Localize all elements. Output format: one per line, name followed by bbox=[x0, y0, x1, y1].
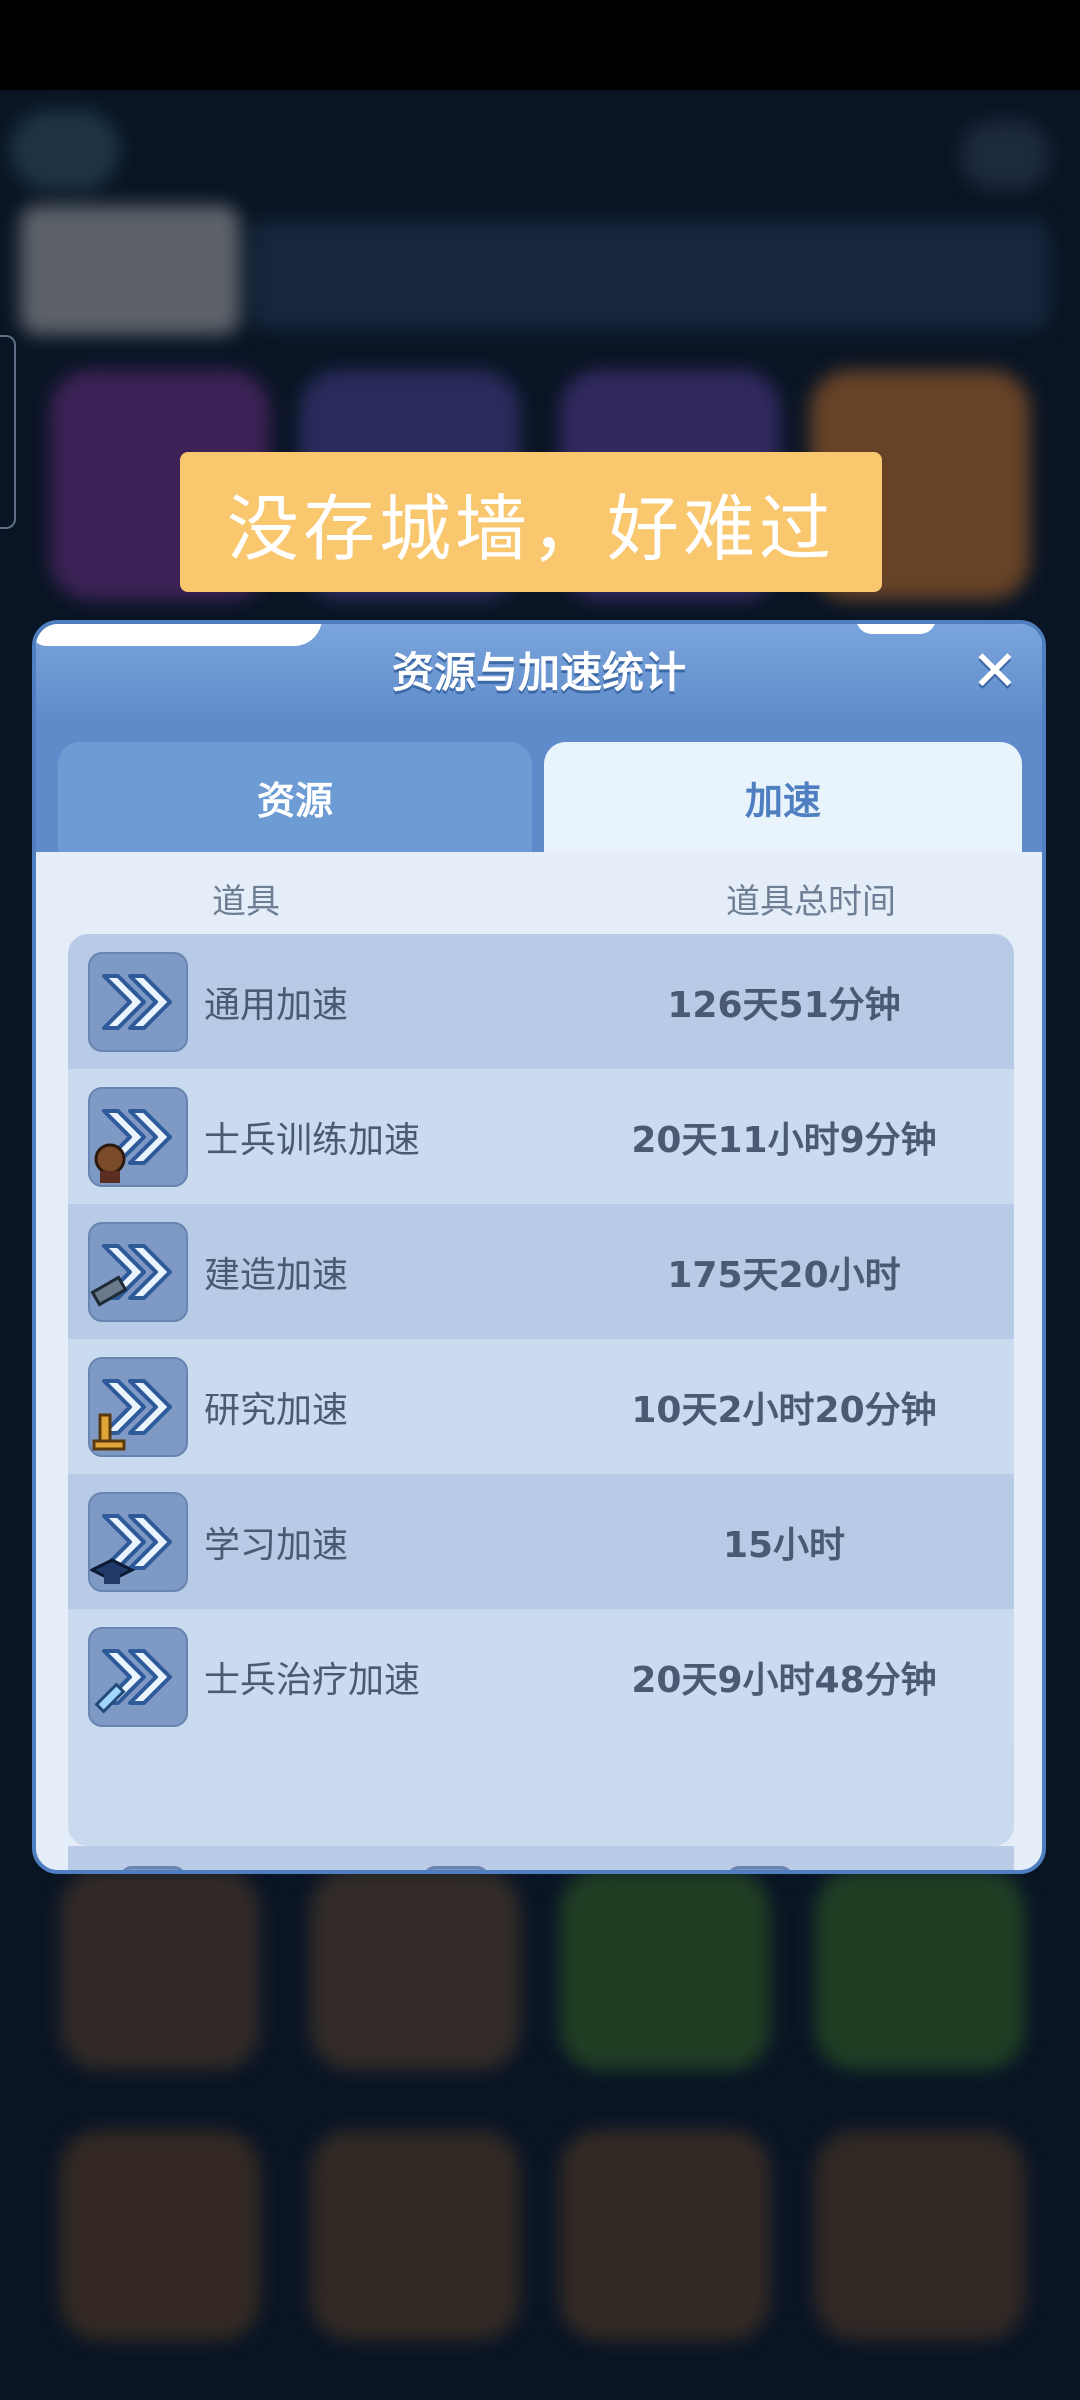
list-item: 学习加速 15小时 bbox=[68, 1474, 1014, 1609]
list-item: 士兵治疗加速 20天9小时48分钟 bbox=[68, 1609, 1014, 1744]
dialog-title: 资源与加速统计 bbox=[391, 648, 686, 697]
list-item: 建造加速 175天20小时 bbox=[68, 1204, 1014, 1339]
general-speedup-icon bbox=[88, 952, 188, 1052]
item-name: 建造加速 bbox=[204, 1254, 349, 1296]
item-total-time: 10天2小时20分钟 bbox=[631, 1389, 937, 1431]
learning-speedup-icon bbox=[88, 1492, 188, 1592]
side-edge-handle bbox=[0, 335, 16, 529]
tab-resources[interactable]: 资源 bbox=[58, 742, 532, 852]
speedup-panel: 道具 道具总时间 通用加速 126天51分钟 士兵训练加速 20天11小时9分钟 bbox=[36, 852, 1042, 1870]
tab-speedups[interactable]: 加速 bbox=[544, 742, 1022, 852]
training-speedup-icon bbox=[88, 1087, 188, 1187]
list-item: 通用加速 126天51分钟 bbox=[68, 934, 1014, 1069]
item-name: 学习加速 bbox=[204, 1524, 349, 1566]
item-total-time: 20天9小时48分钟 bbox=[631, 1659, 937, 1701]
item-total-time: 175天20小时 bbox=[667, 1254, 901, 1296]
speedup-stats-dialog: 资源与加速统计 ✕ 资源 加速 道具 道具总时间 通用加速 126天51分钟 士… bbox=[32, 620, 1046, 1874]
item-name: 士兵治疗加速 bbox=[204, 1659, 421, 1701]
caption-banner: 没存城墙，好难过 bbox=[180, 452, 882, 592]
list-item: 研究加速 10天2小时20分钟 bbox=[68, 1339, 1014, 1474]
item-total-time: 126天51分钟 bbox=[667, 984, 901, 1026]
item-total-time: 20天11小时9分钟 bbox=[631, 1119, 937, 1161]
column-header-total-time: 道具总时间 bbox=[726, 882, 896, 922]
item-name: 通用加速 bbox=[204, 984, 349, 1026]
time-unit-filter: 天 小时 分钟 bbox=[68, 1846, 1014, 1870]
checkbox-minute[interactable] bbox=[727, 1866, 793, 1870]
speedup-list: 通用加速 126天51分钟 士兵训练加速 20天11小时9分钟 建造加速 175… bbox=[68, 934, 1014, 1846]
checkbox-day[interactable] bbox=[120, 1866, 186, 1870]
checkbox-hour[interactable] bbox=[423, 1866, 489, 1870]
item-name: 士兵训练加速 bbox=[204, 1119, 421, 1161]
dialog-header: 资源与加速统计 ✕ bbox=[36, 624, 1042, 722]
item-name: 研究加速 bbox=[204, 1389, 349, 1431]
item-total-time: 15小时 bbox=[722, 1524, 846, 1566]
building-speedup-icon bbox=[88, 1222, 188, 1322]
research-speedup-icon bbox=[88, 1357, 188, 1457]
close-icon[interactable]: ✕ bbox=[962, 638, 1028, 704]
status-bar bbox=[0, 0, 1080, 90]
healing-speedup-icon bbox=[88, 1627, 188, 1727]
list-item: 士兵训练加速 20天11小时9分钟 bbox=[68, 1069, 1014, 1204]
column-header-item: 道具 bbox=[212, 882, 280, 922]
